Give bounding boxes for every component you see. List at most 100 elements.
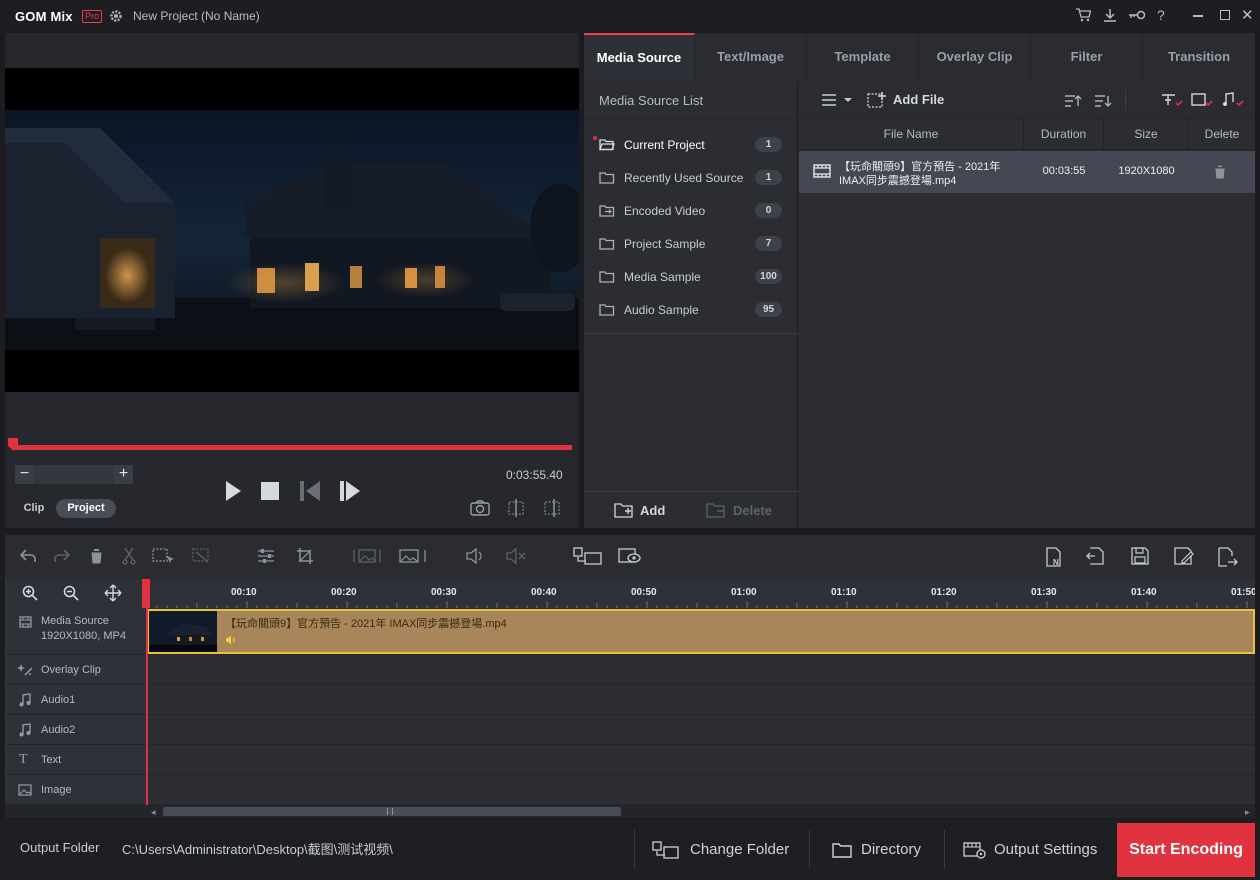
- ruler-tick: 00:10: [231, 587, 257, 598]
- minimize-icon[interactable]: [1193, 15, 1203, 17]
- project-mode-button[interactable]: Project: [56, 499, 116, 518]
- track-header-image[interactable]: Image: [5, 775, 146, 805]
- preview-clip-icon[interactable]: [618, 548, 642, 564]
- track-lane-image[interactable]: [147, 775, 1255, 805]
- sort-ascending-icon[interactable]: [1064, 94, 1082, 108]
- save-icon[interactable]: [1131, 547, 1149, 565]
- trash-icon[interactable]: [1214, 165, 1226, 179]
- file-list-header: File Name Duration Size Delete: [799, 119, 1255, 150]
- file-size: 1920X1080: [1118, 165, 1175, 177]
- sort-descending-icon[interactable]: [1094, 94, 1112, 108]
- add-folder-icon: [614, 502, 634, 518]
- split-left-icon[interactable]: [508, 499, 524, 517]
- previous-frame-icon[interactable]: [300, 481, 322, 501]
- close-icon[interactable]: ✕: [1241, 6, 1254, 24]
- next-frame-icon[interactable]: [340, 481, 362, 501]
- tab-overlay-clip[interactable]: Overlay Clip: [919, 33, 1031, 81]
- crop-icon[interactable]: [296, 547, 314, 565]
- tab-filter[interactable]: Filter: [1031, 33, 1143, 81]
- view-menu-icon[interactable]: [821, 93, 855, 107]
- track-lane-text[interactable]: [147, 745, 1255, 775]
- track-header-audio2[interactable]: Audio2: [5, 715, 146, 745]
- tab-transition[interactable]: Transition: [1143, 33, 1255, 81]
- key-icon[interactable]: [1128, 9, 1146, 21]
- cut-icon[interactable]: [122, 547, 136, 565]
- video-clip[interactable]: 【玩命關頭9】官方預告 - 2021年 IMAX同步震撼登場.mp4: [147, 609, 1255, 654]
- play-icon[interactable]: [224, 480, 242, 502]
- track-lane-media-source[interactable]: 【玩命關頭9】官方預告 - 2021年 IMAX同步震撼登場.mp4: [147, 608, 1255, 655]
- scroll-left-icon[interactable]: ◂: [151, 807, 156, 818]
- timeline-scrollbar[interactable]: ◂ ▸: [5, 805, 1255, 818]
- tree-item-recently-used-source[interactable]: Recently Used Source 1: [584, 161, 798, 194]
- track-header-overlay-clip[interactable]: Overlay Clip: [5, 655, 146, 685]
- stop-icon[interactable]: [261, 482, 279, 500]
- filter-audio-icon[interactable]: [1222, 92, 1244, 108]
- insert-clip-icon[interactable]: [573, 547, 603, 565]
- gear-icon[interactable]: [109, 9, 123, 23]
- delete-clip-icon[interactable]: [90, 548, 103, 564]
- start-encoding-button[interactable]: Start Encoding: [1117, 823, 1255, 877]
- directory-button[interactable]: Directory: [832, 830, 932, 870]
- select-range-icon[interactable]: [152, 548, 176, 565]
- track-lane-audio2[interactable]: [147, 715, 1255, 745]
- add-file-icon: [867, 91, 887, 108]
- new-project-icon[interactable]: N: [1046, 547, 1064, 567]
- adjust-sliders-icon[interactable]: [257, 548, 275, 564]
- preview-controls: − + 0:03:55.40 Clip Project: [5, 428, 579, 528]
- tree-item-audio-sample[interactable]: Audio Sample 95: [584, 293, 798, 326]
- file-row[interactable]: 【玩命關頭9】官方預告 - 2021年 IMAX同步震撼登場.mp4 00:03…: [799, 151, 1255, 193]
- filter-image-icon[interactable]: [1191, 93, 1213, 108]
- svg-text:N: N: [1053, 558, 1059, 567]
- image-overlay-icon[interactable]: [398, 548, 426, 564]
- volume-icon[interactable]: [465, 548, 487, 564]
- image-insert-icon[interactable]: [353, 548, 381, 564]
- file-name-line2: IMAX同步震撼登場.mp4: [839, 175, 957, 187]
- help-icon[interactable]: ?: [1157, 7, 1165, 23]
- undo-icon[interactable]: [20, 549, 36, 563]
- timeline-zoom-in-icon[interactable]: [22, 585, 38, 601]
- track-lane-audio1[interactable]: [147, 685, 1255, 715]
- zoom-slider[interactable]: [34, 465, 114, 484]
- cart-icon[interactable]: [1075, 8, 1091, 22]
- redo-icon[interactable]: [54, 549, 70, 563]
- clip-mode-button[interactable]: Clip: [16, 499, 52, 518]
- timeline-ruler[interactable]: 00:10 00:20 00:30 00:40 00:50 01:00 01:1…: [5, 579, 1255, 608]
- track-header-text[interactable]: T Text: [5, 745, 146, 775]
- tree-item-media-sample[interactable]: Media Sample 100: [584, 260, 798, 293]
- tab-text-image[interactable]: Text/Image: [695, 33, 807, 81]
- download-icon[interactable]: [1103, 8, 1117, 23]
- mute-icon[interactable]: [505, 548, 527, 564]
- zoom-out-button[interactable]: −: [15, 465, 34, 484]
- column-file-name[interactable]: File Name: [799, 119, 1024, 150]
- track-lane-overlay-clip[interactable]: [147, 655, 1255, 685]
- output-settings-button[interactable]: Output Settings: [963, 830, 1108, 870]
- progress-bar[interactable]: [12, 445, 572, 450]
- zoom-in-button[interactable]: +: [114, 465, 133, 484]
- tree-item-encoded-video[interactable]: Encoded Video 0: [584, 194, 798, 227]
- tree-item-project-sample[interactable]: Project Sample 7: [584, 227, 798, 260]
- scrollbar-thumb[interactable]: [163, 807, 621, 816]
- column-size[interactable]: Size: [1104, 119, 1189, 150]
- open-project-icon[interactable]: [1086, 547, 1106, 565]
- file-toolbar: Add File: [799, 81, 1255, 119]
- fit-timeline-icon[interactable]: [104, 584, 122, 602]
- tab-media-source[interactable]: Media Source: [584, 33, 695, 81]
- scroll-right-icon[interactable]: ▸: [1245, 807, 1250, 818]
- filter-text-icon[interactable]: [1161, 93, 1183, 108]
- change-folder-button[interactable]: Change Folder: [652, 830, 802, 870]
- ruler-tick: 00:50: [631, 587, 657, 598]
- column-duration[interactable]: Duration: [1024, 119, 1104, 150]
- clip-settings-icon[interactable]: [192, 548, 212, 565]
- timeline-zoom-out-icon[interactable]: [63, 585, 79, 601]
- track-header-audio1[interactable]: Audio1: [5, 685, 146, 715]
- split-right-icon[interactable]: [544, 499, 560, 517]
- tree-item-current-project[interactable]: Current Project 1: [584, 128, 798, 161]
- maximize-icon[interactable]: [1220, 10, 1230, 20]
- playhead-marker[interactable]: [7, 437, 19, 451]
- tab-template[interactable]: Template: [807, 33, 919, 81]
- export-icon[interactable]: [1218, 547, 1238, 567]
- snapshot-icon[interactable]: [470, 500, 490, 516]
- track-header-media-source[interactable]: Media Source 1920X1080, MP4: [5, 608, 146, 655]
- folder-icon: [599, 303, 615, 316]
- save-as-icon[interactable]: [1174, 547, 1194, 565]
